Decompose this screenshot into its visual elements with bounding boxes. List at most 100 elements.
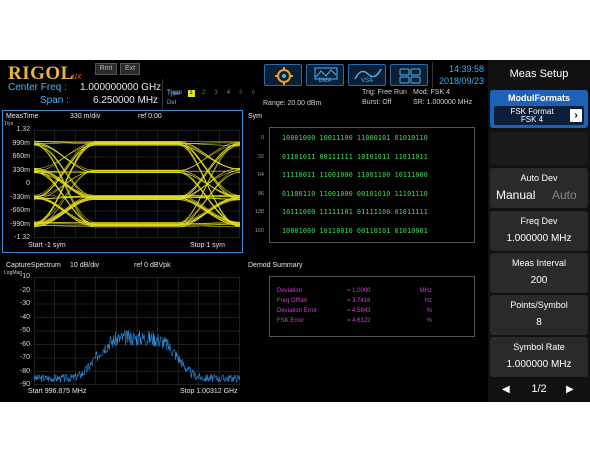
summary-label: Deviation: [277, 288, 303, 294]
trace-3[interactable]: 3: [212, 90, 219, 97]
meas-interval-value[interactable]: 200: [490, 275, 588, 286]
auto-dev-button[interactable]: Auto Dev Manual Auto: [490, 168, 588, 208]
summary-unit: Hz: [424, 298, 432, 304]
spectrum-plot: [34, 277, 240, 385]
summary-unit: %: [426, 318, 432, 324]
page-prev-icon[interactable]: ◀: [502, 384, 510, 395]
auto-dev-manual[interactable]: Manual: [496, 188, 535, 202]
sym-line: 10001000 10011100 11000101 01010110: [282, 134, 428, 142]
summary-value: = 4.6122: [347, 318, 371, 324]
sym-line: 10001000 10110010 00110101 01010001: [282, 226, 428, 235]
sym-panel-title: Sym: [248, 113, 262, 120]
sr-status: SR: 1.000000 MHz: [413, 99, 473, 106]
y-tick-label: 0: [26, 180, 30, 187]
trace-4[interactable]: 4: [225, 90, 232, 97]
clock-time: 14:39:58: [448, 64, 484, 74]
rmt-button[interactable]: Rmt: [95, 63, 117, 75]
auto-dev-label: Auto Dev: [520, 173, 558, 183]
y-tick-label: 990m: [12, 139, 30, 147]
sym-index: 0: [260, 135, 264, 141]
chevron-right-icon[interactable]: ›: [570, 109, 582, 122]
summary-label: FSK Error: [277, 318, 304, 324]
gear-icon[interactable]: [264, 64, 302, 86]
freq-dev-button[interactable]: Freq Dev 1.000000 MHz: [490, 211, 588, 251]
menu-blank-1: [490, 132, 588, 165]
summary-value: = 1.0000: [347, 288, 371, 294]
y-tick-label: 1.32: [16, 126, 30, 133]
eye-start: Start -1 sym: [28, 242, 66, 249]
span-value[interactable]: 6.250000 MHz: [93, 95, 158, 106]
y-tick-label: -660m: [10, 207, 30, 214]
trace-2[interactable]: 2: [200, 90, 207, 97]
spectrum-stop: Stop 1.00312 GHz: [180, 388, 238, 395]
center-freq-value[interactable]: 1.000000000 GHz: [80, 82, 161, 93]
points-symbol-button[interactable]: Points/Symbol 8: [490, 295, 588, 335]
y-tick-label: -80: [19, 367, 30, 375]
sym-line: 01101011 00111111 10101011 11011011: [282, 152, 428, 161]
span-label: Span :: [40, 95, 69, 106]
points-symbol-value[interactable]: 8: [490, 317, 588, 328]
mod-status: Mod: FSK 4: [413, 89, 450, 96]
analyzer-screen: RIGOL ux Rmt Ext Center Freq : 1.0000000…: [0, 60, 590, 402]
y-tick-label: -60: [19, 340, 30, 348]
eye-ref: ref 0.00: [138, 113, 162, 120]
vsa-label: VSA: [360, 78, 373, 84]
windows-icon[interactable]: [390, 64, 428, 86]
y-tick-label: 330m: [12, 166, 30, 174]
trig-status: Trig: Free Run: [362, 89, 407, 96]
datetime-divider: [432, 62, 433, 88]
y-tick-label: -30: [19, 300, 30, 307]
burst-status: Burst: Off: [362, 99, 392, 106]
type-label: Type: [167, 91, 181, 97]
auto-dev-auto[interactable]: Auto: [552, 188, 577, 202]
menu-title: Meas Setup: [509, 68, 569, 80]
trace-1[interactable]: 1: [187, 90, 195, 97]
y-tick-label: -330m: [10, 193, 30, 201]
freq-dev-value[interactable]: 1.000000 MHz: [490, 233, 588, 244]
y-tick-label: -90: [19, 381, 30, 388]
y-tick-label: -50: [19, 327, 30, 334]
sym-index: 32: [257, 153, 264, 160]
eye-stop: Stop 1 sym: [190, 242, 226, 249]
sym-index: 64: [257, 172, 264, 178]
trace-6[interactable]: 6: [250, 90, 257, 97]
vsa-icon[interactable]: VSA: [348, 64, 386, 86]
symbol-rate-button[interactable]: Symbol Rate 1.000000 MHz: [490, 337, 588, 377]
sym-line: 10111000 11111101 01111100 01011111: [282, 208, 428, 216]
sym-line: 11110011 11001000 11001100 10111000: [282, 171, 428, 179]
y-tick-label: -990m: [10, 220, 30, 228]
meas-interval-button[interactable]: Meas Interval 200: [490, 253, 588, 293]
center-freq-label: Center Freq :: [8, 82, 67, 93]
sym-index: 128: [254, 209, 264, 215]
summary-unit: %: [426, 308, 432, 314]
points-symbol-label: Points/Symbol: [510, 300, 568, 310]
freq-dev-label: Freq Dev: [520, 216, 558, 226]
summary-panel-title: Demod Summary: [248, 262, 303, 269]
trace-5[interactable]: 5: [237, 90, 244, 97]
eye-panel-title: MeasTime: [6, 113, 39, 120]
y-tick-label: -1.32: [14, 234, 30, 241]
ext-button[interactable]: Ext: [120, 63, 140, 75]
summary-label: Freq Offset: [277, 298, 307, 304]
spectrum-panel-title: CaptureSpectrum: [6, 262, 61, 269]
y-tick-label: -40: [19, 313, 30, 321]
trace-row[interactable]: Trace 1 2 3 4 5 6: [167, 81, 257, 99]
det-label: Det: [167, 100, 177, 106]
dma-icon[interactable]: DMA: [306, 64, 344, 86]
logo-suffix: ux: [72, 71, 82, 81]
summary-value: = 4.5843: [347, 308, 371, 314]
fsk-format-field[interactable]: FSK Format FSK 4 ›: [494, 106, 584, 125]
page-next-icon[interactable]: ▶: [566, 384, 574, 395]
sym-line: 01100110 11001000 00101010 11101110: [282, 189, 428, 198]
y-tick-label: -20: [19, 286, 30, 294]
page-indicator: 1/2: [531, 383, 547, 395]
symbol-rate-value[interactable]: 1.000000 MHz: [490, 359, 588, 370]
header-divider: [162, 79, 163, 109]
modul-formats-button[interactable]: ModulFormats FSK Format FSK 4 ›: [490, 90, 588, 128]
summary-unit: MHz: [419, 288, 432, 294]
y-tick-label: 660m: [12, 153, 30, 160]
meas-setup-menu: Meas Setup ModulFormats FSK Format FSK 4…: [488, 60, 590, 402]
eye-div: 330 m/div: [70, 113, 101, 120]
dma-label: DMA: [318, 78, 332, 84]
sym-index: 96: [257, 190, 264, 197]
